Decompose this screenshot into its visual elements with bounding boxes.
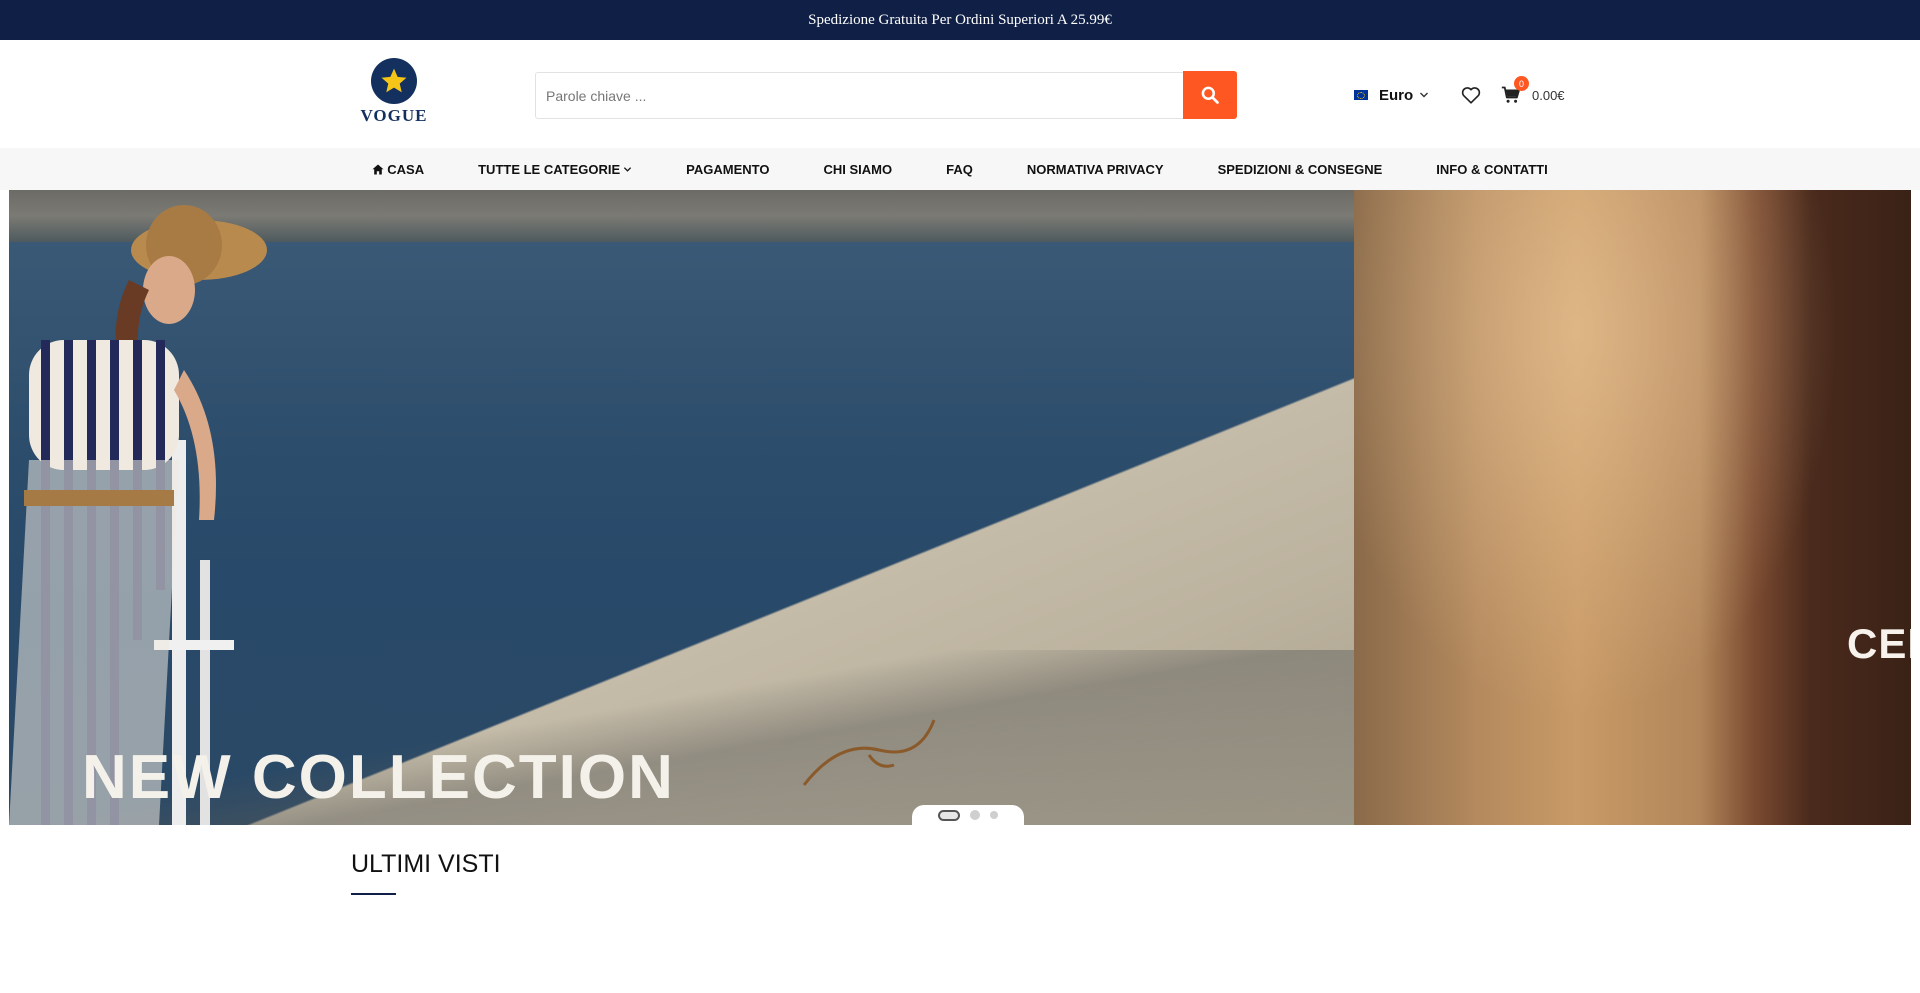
search-bar: [535, 71, 1237, 119]
next-slide-preview[interactable]: [1354, 190, 1911, 825]
heart-icon: [1461, 87, 1481, 104]
hero-slide-image[interactable]: NEW COLLECTION: [9, 190, 1354, 825]
star-logo-icon: [371, 58, 417, 104]
slider-pagination: [912, 805, 1024, 825]
hero-caption: NEW COLLECTION: [82, 743, 675, 812]
cart-icon: 0: [1501, 76, 1529, 105]
hero-slider[interactable]: NEW COLLECTION CER: [9, 190, 1911, 825]
search-button[interactable]: [1183, 71, 1237, 119]
logo-text: VOGUE: [360, 106, 428, 125]
model-figure: [9, 205, 267, 825]
recently-viewed-title: ULTIMI VISTI: [351, 850, 501, 878]
next-slide-glow: [1354, 190, 1911, 825]
nav-item-faq[interactable]: FAQ: [919, 162, 1000, 177]
nav-item-normativa-privacy[interactable]: NORMATIVA PRIVACY: [1000, 162, 1191, 177]
rope-illustration: [802, 719, 936, 786]
nav-item-label: SPEDIZIONI & CONSEGNE: [1217, 161, 1383, 177]
nav-item-label: PAGAMENTO: [686, 161, 770, 177]
search-input[interactable]: [535, 72, 1183, 119]
nav-item-casa[interactable]: CASA: [345, 162, 451, 177]
nav-item-label: NORMATIVA PRIVACY: [1026, 161, 1164, 177]
nav-item-spedizioni-consegne[interactable]: SPEDIZIONI & CONSEGNE: [1191, 162, 1410, 177]
slider-dot-1[interactable]: [938, 809, 960, 821]
site-logo[interactable]: VOGUE: [360, 58, 428, 128]
nav-item-info-contatti[interactable]: INFO & CONTATTI: [1409, 162, 1574, 177]
slider-dot-2[interactable]: [970, 810, 980, 820]
nav-item-pagamento[interactable]: PAGAMENTO: [659, 162, 796, 177]
search-icon: [1201, 86, 1219, 104]
section-title-underline: [351, 893, 396, 895]
wishlist-button[interactable]: [1460, 84, 1482, 106]
currency-label: Euro: [1379, 86, 1414, 104]
nav-item-label: CASA: [387, 161, 425, 177]
currency-selector[interactable]: Euro: [1354, 84, 1429, 106]
main-navigation: CASA TUTTE LE CATEGORIE PAGAMENTO CHI SI…: [0, 148, 1920, 190]
announcement-bar: Spedizione Gratuita Per Ordini Superiori…: [0, 0, 1920, 40]
home-icon: [372, 164, 384, 174]
site-header: VOGUE Euro 0: [0, 40, 1920, 148]
cart-count-badge: 0: [1514, 76, 1529, 91]
cart-total: 0.00€: [1532, 87, 1565, 103]
cart-button[interactable]: 0 0.00€: [1501, 76, 1565, 106]
nav-item-chi-siamo[interactable]: CHI SIAMO: [796, 162, 919, 177]
nav-item-label: FAQ: [946, 161, 973, 177]
chevron-down-icon: [1420, 92, 1429, 98]
nav-item-tutte-le-categorie[interactable]: TUTTE LE CATEGORIE: [451, 162, 659, 177]
nav-item-label: CHI SIAMO: [823, 161, 893, 177]
next-slide-caption: CER: [1847, 620, 1911, 667]
nav-item-label: INFO & CONTATTI: [1436, 161, 1548, 177]
chevron-down-icon: [624, 166, 632, 172]
eu-flag-icon: [1354, 90, 1368, 100]
nav-item-label: TUTTE LE CATEGORIE: [478, 161, 621, 177]
announcement-text: Spedizione Gratuita Per Ordini Superiori…: [808, 11, 1112, 28]
slider-dot-3[interactable]: [990, 811, 998, 819]
